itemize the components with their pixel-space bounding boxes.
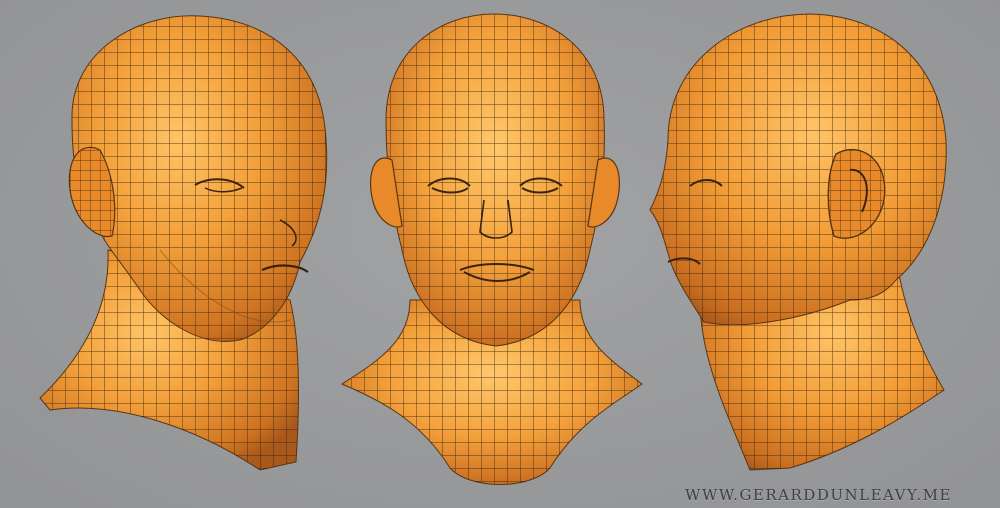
three-quarter-head (39, 15, 328, 471)
front-head (340, 13, 643, 485)
render-viewport: WWW.GERARDDUNLEAVY.ME (0, 0, 1000, 508)
profile-head (649, 13, 947, 471)
head-renders (39, 13, 947, 485)
website-watermark: WWW.GERARDDUNLEAVY.ME (685, 486, 952, 504)
